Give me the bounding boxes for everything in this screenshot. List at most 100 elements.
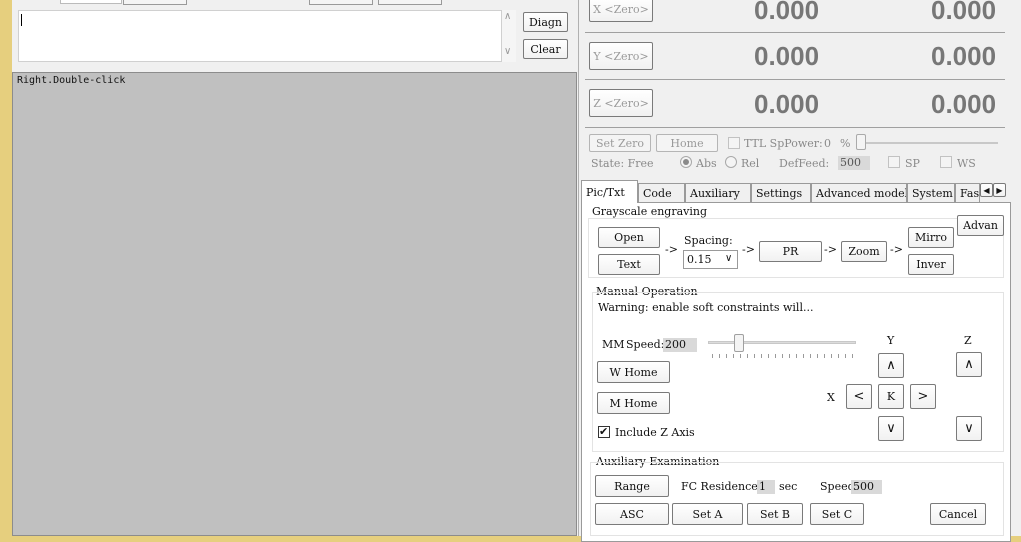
diag-button[interactable]: Diagn — [523, 12, 568, 32]
preview-canvas[interactable]: Right.Double-click — [12, 72, 577, 536]
rel-radio[interactable] — [725, 156, 737, 168]
abs-radio-dot — [683, 159, 689, 165]
toolbar-field[interactable] — [60, 0, 122, 4]
ttl-unit: % — [840, 137, 851, 150]
include-z-checkbox[interactable]: ✔ — [598, 425, 610, 438]
x-right-button[interactable]: > — [910, 384, 936, 409]
set-a-button[interactable]: Set A — [672, 503, 743, 525]
axis-separator — [585, 32, 1005, 33]
m-home-button[interactable]: M Home — [597, 392, 670, 414]
scroll-down-icon[interactable]: ∨ — [504, 46, 511, 57]
arrow-label: -> — [890, 243, 903, 256]
y-down-button[interactable]: ∨ — [878, 416, 904, 441]
spacing-select[interactable]: 0.15 ∨ — [683, 250, 738, 269]
slider-track — [858, 142, 998, 144]
tab-advanced-model[interactable]: Advanced model — [811, 183, 907, 202]
set-zero-button[interactable]: Set Zero — [589, 134, 651, 152]
arrow-label: -> — [742, 243, 755, 256]
x-work-position: 0.000 — [754, 0, 820, 25]
deffeed-label: DefFeed: — [779, 157, 830, 170]
ttl-label: TTL SpPower: — [744, 137, 823, 150]
sp-label: SP — [905, 157, 920, 170]
open-button[interactable]: Open — [598, 227, 660, 248]
clear-button[interactable]: Clear — [523, 39, 568, 59]
arrow-label: -> — [824, 243, 837, 256]
abs-radio[interactable] — [680, 156, 692, 168]
slider-thumb[interactable] — [734, 334, 744, 352]
aux-speed-field[interactable]: 500 — [851, 480, 882, 494]
z-axis-label: Z — [964, 334, 972, 347]
fc-residence-label: FC Residence — [681, 480, 758, 493]
y-machine-position: 0.000 — [931, 41, 997, 71]
tab-label: System — [912, 186, 953, 200]
z-zero-button[interactable]: Z <Zero> — [589, 89, 653, 117]
tab-system[interactable]: System — [907, 183, 955, 202]
mirror-button[interactable]: Mirro — [908, 227, 954, 248]
ttl-checkbox[interactable] — [728, 137, 740, 149]
y-up-button[interactable]: ∧ — [878, 353, 904, 378]
toolbar-button[interactable] — [123, 0, 187, 5]
arrow-label: -> — [665, 243, 678, 256]
tab-fas[interactable]: Fas — [955, 183, 980, 202]
pane-divider — [578, 0, 579, 536]
speed-field[interactable]: 200 — [663, 338, 697, 352]
toolbar-button[interactable] — [309, 0, 373, 5]
command-input-scrollbar[interactable]: ∧ ∨ — [502, 10, 516, 62]
w-home-button[interactable]: W Home — [597, 361, 670, 383]
y-zero-button[interactable]: Y <Zero> — [589, 42, 653, 70]
invert-button[interactable]: Inver — [908, 254, 954, 275]
z-down-button[interactable]: ∨ — [956, 416, 982, 441]
aux-speed-label: Speed — [820, 480, 855, 493]
home-button[interactable]: Home — [656, 134, 718, 152]
tab-settings[interactable]: Settings — [751, 183, 811, 202]
toolbar-button[interactable] — [378, 0, 442, 5]
deffeed-field[interactable]: 500 — [838, 156, 870, 170]
fc-residence-field[interactable]: 1 — [757, 480, 775, 494]
arrow-down-icon: ∨ — [964, 421, 974, 436]
ttl-power-slider[interactable] — [856, 134, 998, 152]
tab-label: Settings — [756, 186, 803, 200]
tab-auxiliary[interactable]: Auxiliary — [685, 183, 751, 202]
k-button[interactable]: K — [878, 384, 904, 409]
sp-checkbox[interactable] — [888, 156, 900, 168]
command-input[interactable] — [18, 10, 502, 62]
ws-label: WS — [957, 157, 976, 170]
grayscale-title: Grayscale engraving — [592, 205, 708, 218]
tab-label: Advanced model — [816, 186, 907, 200]
z-up-button[interactable]: ∧ — [956, 352, 982, 377]
tab-code[interactable]: Code — [638, 183, 685, 202]
slider-ticks — [712, 354, 854, 358]
speed-slider[interactable] — [708, 334, 858, 360]
pr-button[interactable]: PR — [759, 241, 822, 262]
advanced-button[interactable]: Advan — [957, 215, 1004, 236]
ttl-value: 0 — [824, 137, 831, 150]
text-button[interactable]: Text — [598, 254, 660, 275]
tab-label: Code — [643, 186, 672, 200]
tab-label: Pic/Txt — [586, 185, 625, 199]
tab-pic-txt[interactable]: Pic/Txt — [581, 180, 638, 203]
slider-thumb[interactable] — [856, 134, 866, 150]
scroll-up-icon[interactable]: ∧ — [504, 11, 511, 22]
x-zero-button[interactable]: X <Zero> — [589, 0, 653, 22]
axis-separator — [585, 127, 1005, 128]
x-left-button[interactable]: < — [846, 384, 872, 409]
speed-label: Speed: — [626, 338, 665, 351]
tab-scroll-right-icon[interactable]: ▶ — [993, 183, 1006, 197]
rel-label: Rel — [741, 157, 760, 170]
asc-button[interactable]: ASC — [595, 503, 669, 525]
arrow-right-icon: > — [917, 389, 929, 404]
ws-checkbox[interactable] — [940, 156, 952, 168]
canvas-hint-text: Right.Double-click — [17, 75, 126, 86]
text-cursor — [21, 14, 22, 26]
x-machine-position: 0.000 — [931, 0, 997, 25]
state-label: State: Free — [591, 157, 654, 170]
set-c-button[interactable]: Set C — [810, 503, 864, 525]
axis-separator — [585, 79, 1005, 80]
chevron-down-icon: ∨ — [725, 253, 733, 264]
set-b-button[interactable]: Set B — [747, 503, 803, 525]
y-work-position: 0.000 — [754, 41, 820, 71]
cancel-button[interactable]: Cancel — [930, 503, 986, 525]
tab-scroll-left-icon[interactable]: ◀ — [980, 183, 993, 197]
range-button[interactable]: Range — [595, 475, 669, 497]
zoom-button[interactable]: Zoom — [841, 241, 887, 262]
